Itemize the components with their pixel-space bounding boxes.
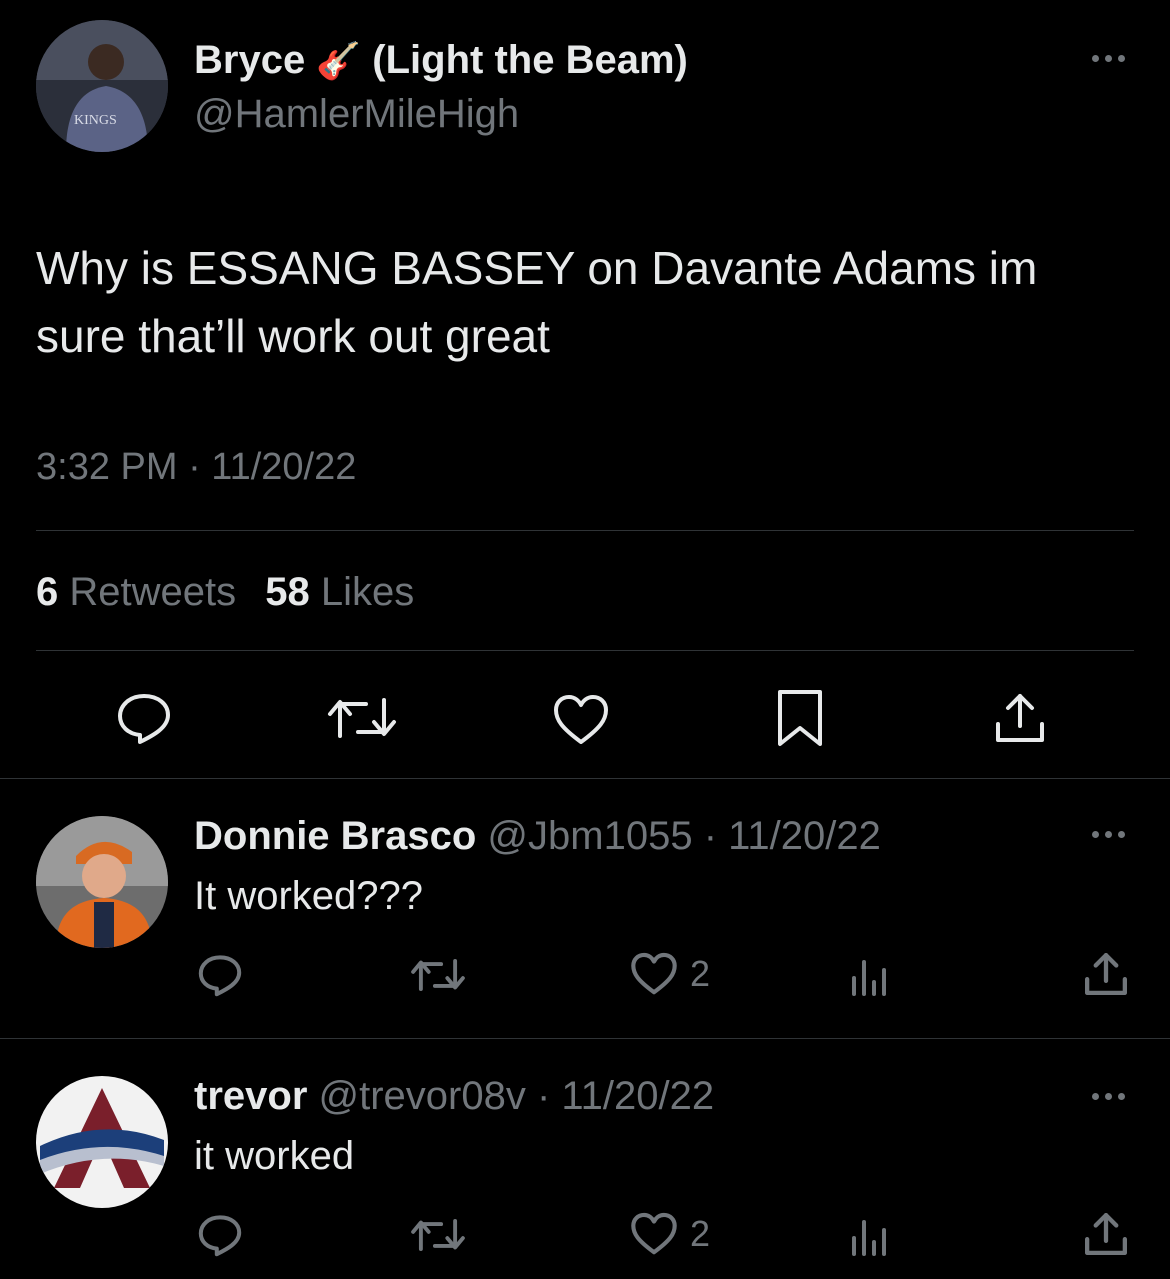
tweet-text-line: Why is ESSANG BASSEY on Davante Adams im <box>36 242 1038 294</box>
reply-handle-time[interactable]: @Jbm1055 · 11/20/22 <box>487 814 880 858</box>
reply-author-name[interactable]: trevor <box>194 1074 307 1118</box>
views-icon[interactable] <box>850 1214 890 1256</box>
divider <box>36 530 1134 531</box>
reply-text: it worked <box>194 1134 355 1178</box>
divider <box>0 1038 1170 1039</box>
like-action[interactable]: 2 <box>630 1212 710 1256</box>
author-handle[interactable]: @HamlerMileHigh <box>194 92 519 137</box>
svg-text:KINGS: KINGS <box>74 113 117 128</box>
retweets-count: 6 <box>36 570 59 614</box>
reply-author-name[interactable]: Donnie Brasco <box>194 814 476 858</box>
reply-icon[interactable] <box>114 690 174 746</box>
reply-header: Donnie Brasco @Jbm1055 · 11/20/22 <box>194 814 881 859</box>
share-icon[interactable] <box>1082 950 1130 998</box>
reply-icon[interactable] <box>196 952 244 998</box>
retweet-icon[interactable] <box>410 954 466 996</box>
engagement-stats: 6 Retweets 58 Likes <box>36 570 414 615</box>
tweet-timestamp[interactable]: 3:32 PM · 11/20/22 <box>36 446 356 489</box>
reply-avatar[interactable] <box>36 816 168 948</box>
likes-count: 58 <box>265 570 310 614</box>
more-icon[interactable] <box>1084 824 1132 844</box>
reply-avatar[interactable] <box>36 1076 168 1208</box>
more-icon[interactable] <box>1084 1086 1132 1106</box>
heart-icon[interactable] <box>552 694 610 746</box>
avatar[interactable]: KINGS <box>36 20 168 152</box>
likes-stat[interactable]: 58 Likes <box>265 570 414 614</box>
author-name-suffix: (Light the Beam) <box>372 38 688 82</box>
avatar-image: KINGS <box>36 20 168 152</box>
bookmark-icon[interactable] <box>774 688 826 748</box>
retweet-icon[interactable] <box>326 692 398 744</box>
like-action[interactable]: 2 <box>630 952 710 996</box>
divider <box>0 778 1170 779</box>
author-name-text: Bryce <box>194 38 306 82</box>
like-count: 2 <box>690 953 711 994</box>
author-name[interactable]: Bryce 🎸 (Light the Beam) <box>194 38 688 83</box>
reply-header: trevor @trevor08v · 11/20/22 <box>194 1074 714 1119</box>
like-count: 2 <box>690 1213 711 1254</box>
reply-text: It worked??? <box>194 874 424 918</box>
retweet-icon[interactable] <box>410 1214 466 1256</box>
views-icon[interactable] <box>850 954 890 996</box>
likes-label: Likes <box>320 570 415 614</box>
tweet-text-line: sure that’ll work out great <box>36 310 550 362</box>
heart-icon <box>630 1212 678 1256</box>
guitar-emoji-icon: 🎸 <box>316 40 362 81</box>
reply-avatar-image <box>36 816 168 948</box>
retweets-label: Retweets <box>69 570 237 614</box>
share-icon[interactable] <box>992 690 1048 746</box>
reply-avatar-image <box>36 1076 168 1208</box>
more-icon[interactable] <box>1084 48 1132 68</box>
share-icon[interactable] <box>1082 1210 1130 1258</box>
reply-icon[interactable] <box>196 1212 244 1258</box>
divider <box>36 650 1134 651</box>
reply-handle-time[interactable]: @trevor08v · 11/20/22 <box>319 1074 715 1118</box>
tweet-text: Why is ESSANG BASSEY on Davante Adams im… <box>36 234 1037 370</box>
heart-icon <box>630 952 678 996</box>
retweets-stat[interactable]: 6 Retweets <box>36 570 247 614</box>
